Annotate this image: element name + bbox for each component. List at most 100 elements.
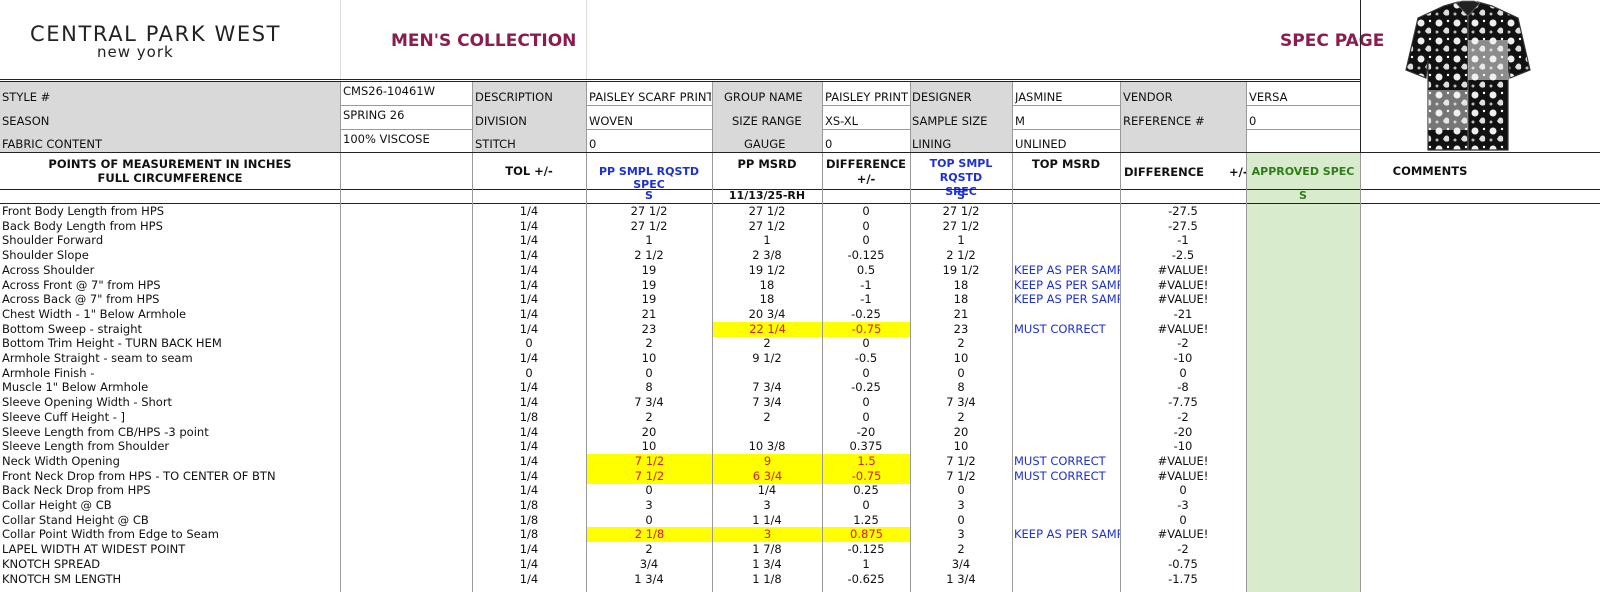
cell-diff: -0.625 bbox=[847, 571, 885, 586]
cell-msrd: 3 bbox=[713, 527, 822, 543]
cell-diff: 0 bbox=[862, 498, 870, 512]
cell-top: 2 bbox=[957, 336, 965, 351]
table-row: Bottom Trim Height - TURN BACK HEM 0 2 2 0 2 -… bbox=[0, 336, 1600, 351]
cell-pp: 2 1/8 bbox=[587, 527, 712, 543]
cell-pom: Muscle 1" Below Armhole bbox=[2, 380, 149, 395]
cell-diff: 0 bbox=[862, 218, 870, 233]
cell-msrd: 22 1/4 bbox=[713, 321, 822, 337]
cell-diff2: #VALUE! bbox=[1157, 262, 1209, 277]
table-row: Collar Stand Height @ CB 1/8 0 1 1/4 1.25 0 0 bbox=[0, 513, 1600, 528]
cell-diff: -0.5 bbox=[854, 351, 878, 365]
cell-tol: 1/4 bbox=[519, 483, 539, 498]
cell-diff2: -0.75 bbox=[1168, 556, 1198, 571]
group-name-label: GROUP NAME bbox=[724, 90, 803, 104]
table-row: Bottom Sweep - straight 1/4 23 22 1/4 -0.75 2… bbox=[0, 321, 1600, 337]
pp-size: S bbox=[645, 189, 653, 202]
description-label: DESCRIPTION bbox=[475, 90, 553, 104]
cell-msrd: 1 1/8 bbox=[752, 571, 782, 586]
cell-diff: 1.5 bbox=[823, 453, 910, 469]
cell-top: 18 bbox=[953, 277, 969, 292]
top-msrd-header: TOP MSRD bbox=[1031, 157, 1101, 171]
cell-pom: KNOTCH SM LENGTH bbox=[2, 571, 122, 586]
garment-image bbox=[1398, 0, 1538, 152]
table-row: Muscle 1" Below Armhole 1/4 8 7 3/4 -0.25 8 -8 bbox=[0, 380, 1600, 395]
cell-pom: Collar Point Width from Edge to Seam bbox=[2, 527, 220, 542]
cell-diff: 0 bbox=[862, 395, 870, 410]
collection-title: MEN'S COLLECTION bbox=[391, 31, 577, 51]
cell-top-msrd: KEEP AS PER SAMPLE bbox=[1014, 527, 1120, 542]
cell-msrd: 10 3/8 bbox=[748, 439, 786, 454]
cell-tol: 0 bbox=[525, 365, 533, 380]
table-row: Across Back @ 7" from HPS 1/4 19 18 -1 18 KEEP… bbox=[0, 292, 1600, 307]
cell-top: 2 1/2 bbox=[946, 248, 976, 263]
cell-msrd bbox=[712, 366, 822, 381]
cell-msrd: 2 bbox=[763, 409, 771, 424]
cell-diff2: 0 bbox=[1179, 365, 1187, 380]
cell-pp: 8 bbox=[645, 380, 653, 395]
cell-pp: 23 bbox=[641, 321, 657, 336]
cell-top: 2 bbox=[957, 409, 965, 424]
cell-pp: 0 bbox=[645, 365, 653, 380]
reference-value: 0 bbox=[1249, 114, 1257, 128]
cell-top: 21 bbox=[953, 306, 969, 321]
cell-pom: Front Body Length from HPS bbox=[2, 204, 165, 218]
cell-msrd: 27 1/2 bbox=[748, 218, 786, 233]
cell-pp: 7 1/2 bbox=[587, 468, 712, 484]
cell-pom: Back Body Length from HPS bbox=[2, 218, 163, 233]
cell-pom: Armhole Straight - seam to seam bbox=[2, 351, 193, 365]
cell-diff2: -10 bbox=[1173, 351, 1193, 365]
cell-diff2: -27.5 bbox=[1168, 218, 1198, 233]
cell-diff: 0 bbox=[862, 233, 870, 248]
cell-top: 2 bbox=[957, 542, 965, 557]
cell-msrd: 1 1/4 bbox=[752, 512, 782, 527]
size-range-label: SIZE RANGE bbox=[732, 114, 802, 128]
cell-top: 0 bbox=[957, 365, 965, 380]
group-name-value: PAISLEY PRINT bbox=[825, 90, 909, 104]
cell-msrd: 7 3/4 bbox=[752, 395, 782, 410]
cell-diff: -0.75 bbox=[823, 468, 910, 484]
sample-size-value: M bbox=[1015, 114, 1025, 128]
fabric-content-label: FABRIC CONTENT bbox=[2, 137, 102, 151]
cell-msrd: 1 7/8 bbox=[752, 542, 782, 557]
cell-top: 23 bbox=[953, 321, 969, 336]
cell-top-msrd bbox=[1014, 513, 1120, 528]
cell-msrd: 9 bbox=[713, 453, 822, 469]
cell-diff2: -2.5 bbox=[1171, 248, 1195, 263]
cell-top: 3 bbox=[957, 498, 965, 512]
cell-top-msrd bbox=[1014, 219, 1120, 234]
table-row: Front Body Length from HPS 1/4 27 1/2 27 1/… bbox=[0, 204, 1600, 219]
cell-pp: 2 bbox=[645, 336, 653, 351]
cell-tol: 1/4 bbox=[519, 351, 539, 365]
cell-top-msrd bbox=[1014, 425, 1120, 440]
cell-top: 0 bbox=[957, 512, 965, 527]
size-range-value: XS-XL bbox=[825, 114, 859, 128]
table-row: LAPEL WIDTH AT WIDEST POINT 1/4 2 1 7/8 -0.1… bbox=[0, 542, 1600, 557]
cell-top-msrd bbox=[1014, 572, 1120, 587]
table-row: Neck Width Opening 1/4 7 1/2 9 1.5 7 1/2 MUST … bbox=[0, 453, 1600, 469]
cell-msrd: 18 bbox=[759, 292, 775, 307]
cell-top-msrd bbox=[1014, 557, 1120, 572]
cell-top-msrd: KEEP AS PER SAMPLE bbox=[1014, 292, 1120, 307]
cell-diff: 1 bbox=[862, 556, 870, 571]
cell-top: 10 bbox=[953, 439, 969, 454]
cell-tol: 1/4 bbox=[519, 248, 539, 263]
style-label: STYLE # bbox=[2, 90, 51, 104]
cell-diff2: #VALUE! bbox=[1157, 468, 1209, 483]
cell-diff: -0.25 bbox=[851, 306, 881, 321]
cell-diff2: -2 bbox=[1177, 336, 1189, 351]
sample-size-label: SAMPLE SIZE bbox=[912, 114, 988, 128]
cell-pom: Collar Stand Height @ CB bbox=[2, 512, 149, 527]
cell-pp: 2 bbox=[645, 542, 653, 557]
cell-tol: 1/4 bbox=[519, 262, 539, 277]
cell-msrd: 1 bbox=[763, 233, 771, 248]
cell-pom: Sleeve Length from Shoulder bbox=[2, 439, 170, 454]
table-row: Armhole Finish - 0 0 0 0 0 bbox=[0, 366, 1600, 381]
cell-tol: 1/4 bbox=[519, 218, 539, 233]
designer-value: JASMINE bbox=[1015, 90, 1063, 104]
cell-msrd: 2 bbox=[763, 336, 771, 351]
cell-top-msrd: KEEP AS PER SAMPLE bbox=[1014, 262, 1120, 277]
cell-tol: 1/4 bbox=[519, 321, 539, 336]
cell-pom: Sleeve Length from CB/HPS -3 point bbox=[2, 424, 209, 439]
season-label: SEASON bbox=[2, 114, 50, 128]
cell-diff: -1 bbox=[860, 277, 872, 292]
